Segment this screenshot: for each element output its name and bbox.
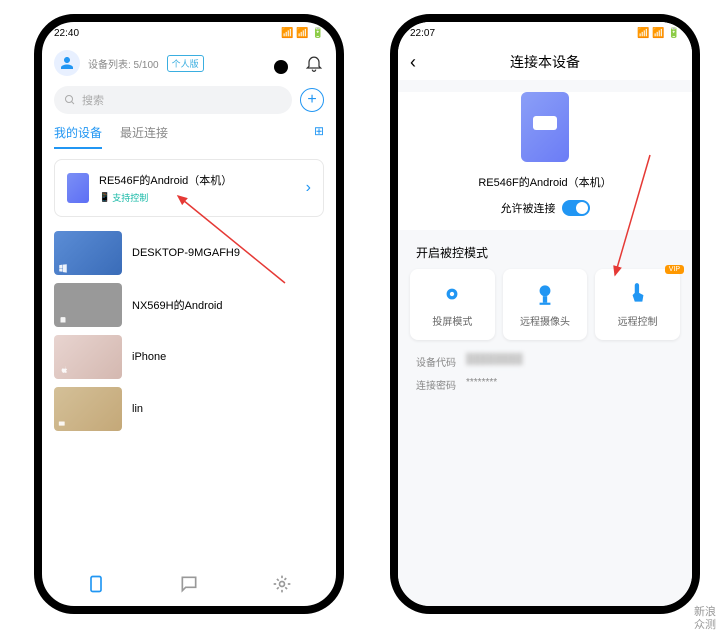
tab-my-devices[interactable]: 我的设备 [54,124,102,149]
vip-badge: VIP [665,265,684,274]
nav-devices-icon[interactable] [86,574,106,594]
device-status: 📱 支持控制 [99,191,232,204]
status-icons: 📶 📶 🔋 [637,28,680,39]
device-row[interactable]: DESKTOP-9MGAFH9 [42,227,336,279]
nav-settings-icon[interactable] [272,574,292,594]
search-input[interactable]: 搜索 [54,86,292,114]
add-button[interactable]: + [300,88,324,112]
chevron-right-icon: › [306,179,311,197]
watermark: 新浪众测 [694,606,716,632]
device-illustration [521,92,569,162]
pass-value: ******** [466,377,497,392]
grid-icon[interactable]: ⊞ [314,124,324,149]
avatar[interactable] [54,50,80,76]
apple-icon [60,365,70,375]
code-value: ████████ [466,354,523,369]
tab-recent[interactable]: 最近连接 [120,124,168,149]
cast-icon [58,419,68,429]
back-button[interactable]: ‹ [410,52,416,73]
android-icon [58,315,68,325]
allow-connect: 允许被连接 [398,200,692,216]
device-name: RE546F的Android（本机） [99,172,232,188]
device-row[interactable]: lin [42,383,336,435]
code-label: 设备代码 [416,354,456,369]
bell-icon[interactable] [304,53,324,73]
device-name: RE546F的Android（本机） [398,174,692,190]
primary-device-card[interactable]: RE546F的Android（本机） 📱 支持控制 › [54,159,324,217]
page-title: 连接本设备 [510,52,580,72]
device-count: 设备列表: 5/100 [88,56,159,71]
page-header: ‹ 连接本设备 [398,44,692,80]
status-icons: 📶 📶 🔋 [281,28,324,39]
mode-screencast[interactable]: 投屏模式 [410,269,495,340]
allow-toggle[interactable] [562,200,590,216]
bottom-nav [42,566,336,602]
app-header: 设备列表: 5/100 个人版 [42,44,336,82]
mode-remote-control[interactable]: VIP远程控制 [595,269,680,340]
device-row[interactable]: iPhone [42,331,336,383]
device-row[interactable]: NX569H的Android [42,279,336,331]
phone-icon [67,173,89,203]
status-time: 22:07 [410,28,435,39]
status-time: 22:40 [54,28,79,39]
windows-icon [58,263,68,273]
nav-message-icon[interactable] [179,574,199,594]
section-header: 开启被控模式 [398,230,692,269]
plan-badge: 个人版 [167,55,204,72]
pass-label: 连接密码 [416,377,456,392]
mode-camera[interactable]: 远程摄像头 [503,269,588,340]
